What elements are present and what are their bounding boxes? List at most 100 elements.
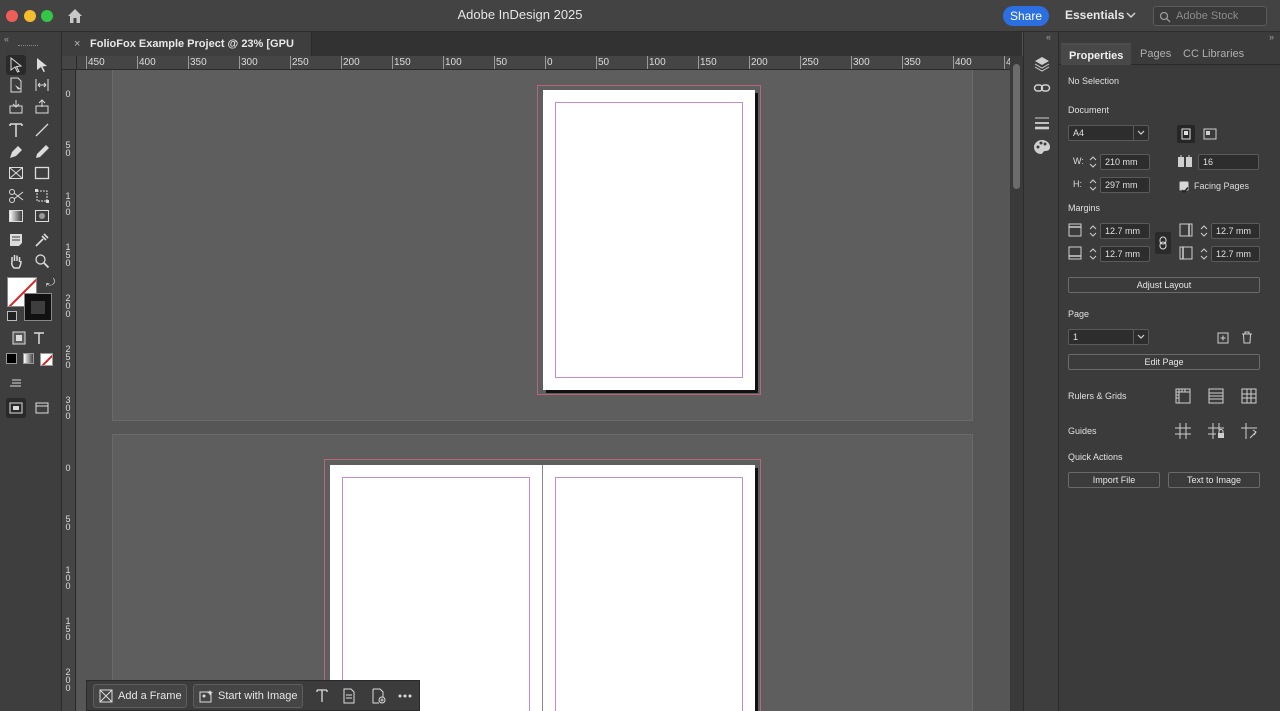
page-tool[interactable] [6,75,26,95]
toggle-tool-hints[interactable] [6,372,26,392]
formatting-affects-container[interactable] [9,328,29,348]
swap-fill-stroke-icon[interactable]: ⤾ [46,277,55,290]
text-frame-icon[interactable] [314,688,330,704]
page-number-dropdown[interactable]: 1 [1068,329,1149,345]
vertical-ruler[interactable]: 0 50 100 150 200 250 300 0 50 100 150 200 [62,70,76,711]
default-fill-stroke-icon[interactable] [7,311,17,321]
start-with-image-button[interactable]: Start with Image [193,684,303,708]
tab-properties[interactable]: Properties [1061,43,1132,65]
margin-inside-stepper-icon[interactable] [1198,223,1210,239]
color-panel-icon[interactable] [1033,138,1051,156]
page-2[interactable] [330,465,542,711]
document-icon[interactable] [341,688,357,704]
rulers-icon[interactable] [1174,387,1192,405]
portrait-orientation-button[interactable] [1177,125,1195,143]
pencil-tool[interactable] [32,142,52,162]
margin-bottom-stepper-icon[interactable] [1087,246,1099,262]
link-margins-button[interactable] [1155,232,1171,254]
tab-pages[interactable]: Pages [1132,43,1179,65]
tab-cc-libraries[interactable]: CC Libraries [1175,43,1252,65]
smart-guides-icon[interactable] [1240,422,1258,440]
zoom-tool[interactable] [32,251,52,271]
eyedropper-tool[interactable] [32,230,52,250]
selection-tool[interactable] [6,55,26,75]
lock-guides-icon[interactable] [1207,422,1225,440]
more-options-icon[interactable] [397,688,413,704]
adjust-layout-button[interactable]: Adjust Layout [1068,277,1260,293]
ruler-tick-label: 450 [88,57,105,68]
page-3[interactable] [543,465,755,711]
ruler-tick-label: 300 [241,57,258,68]
width-stepper-icon[interactable] [1087,154,1099,170]
edit-page-button[interactable]: Edit Page [1068,354,1260,370]
vertical-scrollbar[interactable] [1010,56,1023,711]
content-collector-tool[interactable] [6,97,26,117]
normal-mode-button[interactable] [6,398,26,418]
ruler-tick-label: 100 [65,565,71,591]
add-frame-button[interactable]: Add a Frame [93,684,187,708]
adobe-stock-search-input[interactable]: Adobe Stock [1153,6,1267,26]
pen-tool[interactable] [6,142,26,162]
links-icon[interactable] [1033,79,1051,97]
margin-outside-stepper-icon[interactable] [1198,246,1210,262]
note-tool[interactable] [6,230,26,250]
scissors-tool[interactable] [6,186,26,206]
scrollbar-thumb[interactable] [1013,64,1020,189]
rectangle-frame-tool[interactable] [6,163,26,183]
ruler-origin[interactable] [62,56,77,70]
gap-tool[interactable] [32,75,52,95]
apply-color-icon[interactable] [6,353,17,364]
height-input[interactable]: 297 mm [1100,177,1150,193]
horizontal-ruler[interactable]: 450 400 350 300 250 200 150 100 50 0 50 100 150 200 25… [77,56,1010,70]
width-input[interactable]: 210 mm [1100,154,1150,170]
close-tab-icon[interactable]: × [74,32,80,56]
type-tool[interactable] [6,120,26,140]
direct-selection-tool[interactable] [32,55,52,75]
document-tab[interactable]: × FolioFox Example Project @ 23% [GPU Pr… [62,32,312,74]
tab-strip [312,32,1022,56]
facing-pages-checkbox[interactable] [1179,181,1189,194]
delete-page-icon[interactable] [1241,331,1253,344]
collapse-panels-icon[interactable]: « [1046,32,1051,42]
collapse-toolbox-icon[interactable]: « [4,34,9,44]
chevron-down-icon[interactable] [1126,10,1136,20]
apply-none-icon[interactable] [40,353,53,366]
pasteboard[interactable] [77,70,1010,711]
margin-outside-input[interactable]: 12.7 mm [1211,246,1260,262]
landscape-icon[interactable] [1203,127,1217,141]
page-1-margin-guides [555,102,743,378]
text-to-image-button[interactable]: Text to Image [1168,472,1260,488]
stroke-panel-icon[interactable] [1033,114,1051,132]
line-tool[interactable] [32,120,52,140]
margin-bottom-input[interactable]: 12.7 mm [1100,246,1150,262]
number-of-pages-input[interactable]: 16 [1198,154,1259,170]
screen-mode-button[interactable] [32,398,52,418]
add-page-icon[interactable] [1217,332,1229,344]
gradient-feather-tool[interactable] [32,206,52,226]
ruler-tick-label: 0 [547,57,553,68]
collapse-right-panel-icon[interactable]: » [1269,32,1274,42]
formatting-affects-text[interactable] [29,328,49,348]
import-file-button[interactable]: Import File [1068,472,1160,488]
add-page-icon[interactable] [370,688,386,704]
panel-grip[interactable] [18,45,38,47]
workspace-switcher[interactable]: Essentials [1065,8,1124,22]
page-1[interactable] [543,90,755,390]
rectangle-tool[interactable] [32,163,52,183]
free-transform-tool[interactable] [32,186,52,206]
margin-top-input[interactable]: 12.7 mm [1100,223,1150,239]
baseline-grid-icon[interactable] [1207,387,1225,405]
content-placer-tool[interactable] [32,97,52,117]
document-grid-icon[interactable] [1240,387,1258,405]
apply-gradient-icon[interactable] [23,353,34,364]
margin-top-stepper-icon[interactable] [1087,223,1099,239]
page-size-dropdown[interactable]: A4 [1068,125,1149,141]
layers-icon[interactable] [1033,55,1051,73]
share-button[interactable]: Share [1003,6,1049,26]
gradient-swatch-tool[interactable] [6,206,26,226]
height-stepper-icon[interactable] [1087,177,1099,193]
hand-tool[interactable] [6,251,26,271]
chevron-down-icon [1133,126,1148,140]
margin-inside-input[interactable]: 12.7 mm [1211,223,1260,239]
show-guides-icon[interactable] [1174,422,1192,440]
